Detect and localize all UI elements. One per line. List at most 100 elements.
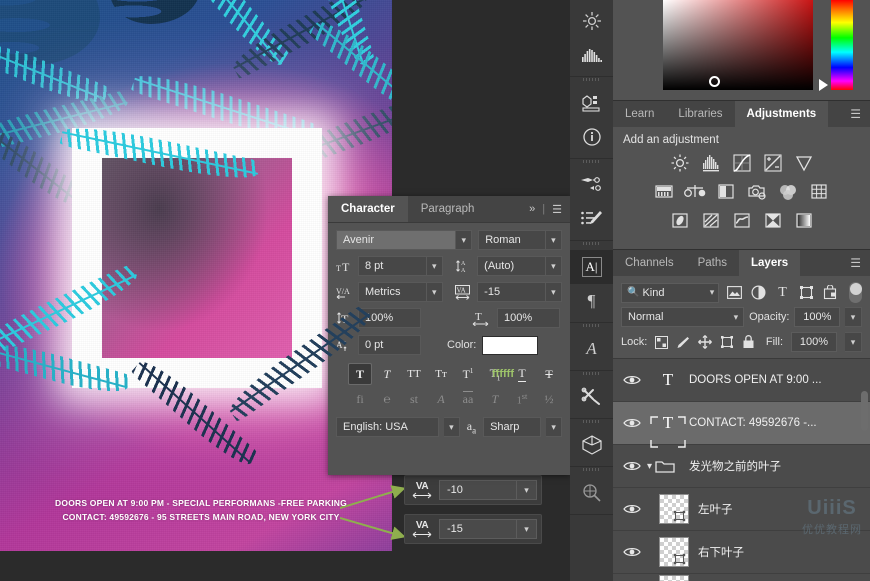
lock-transparent-pixels-icon[interactable]	[655, 336, 668, 349]
type-layers-icon[interactable]: T	[773, 283, 791, 303]
vibrance-icon[interactable]	[793, 152, 815, 174]
layer-thumbnail-text-selected[interactable]: T	[647, 413, 689, 433]
gradient-map-icon[interactable]	[793, 210, 815, 232]
hue-slider[interactable]	[831, 0, 853, 90]
layer-thumbnail-text[interactable]: T	[647, 370, 689, 390]
titling-alternates-button[interactable]: T	[483, 389, 507, 409]
table-row[interactable]: 右下叶子	[613, 531, 870, 574]
photo-filter-icon[interactable]	[746, 181, 768, 203]
panel-icon-rail[interactable]: A| ¶ A	[570, 0, 613, 581]
layer-thumbnail[interactable]	[659, 537, 689, 567]
canvas-workspace[interactable]: DOORS OPEN AT 9:00 PM - SPECIAL PERFORMA…	[0, 0, 570, 581]
layer-name[interactable]: CONTACT: 49592676 -...	[689, 417, 817, 429]
table-row[interactable]: 左叶子	[613, 488, 870, 531]
paragraph-panel-icon[interactable]: ¶	[570, 284, 613, 318]
layer-visibility-toggle[interactable]	[617, 503, 647, 515]
chevron-down-icon[interactable]: ▾	[647, 461, 652, 472]
color-field-cursor[interactable]	[709, 76, 720, 87]
levels-icon[interactable]	[700, 152, 722, 174]
lock-image-pixels-icon[interactable]	[676, 336, 690, 349]
character-panel-icon[interactable]: A|	[570, 250, 613, 284]
tab-paragraph[interactable]: Paragraph	[408, 196, 488, 222]
tab-paths[interactable]: Paths	[686, 250, 739, 276]
layer-visibility-toggle[interactable]	[617, 417, 647, 429]
color-picker[interactable]	[613, 0, 870, 100]
blend-mode-select[interactable]: Normal ▾	[621, 307, 744, 327]
poster-caption-text[interactable]: DOORS OPEN AT 9:00 PM - SPECIAL PERFORMA…	[46, 496, 356, 524]
tracking-value-field-1[interactable]: -10	[439, 480, 517, 500]
channel-mixer-icon[interactable]	[777, 181, 799, 203]
tab-libraries[interactable]: Libraries	[666, 101, 734, 127]
tracking-dropdown-1[interactable]: ▾	[517, 480, 537, 500]
font-family-dropdown[interactable]: ▾	[456, 230, 472, 250]
brush-presets-icon[interactable]	[570, 202, 613, 236]
panel-menu-icon[interactable]: ☰	[552, 203, 562, 216]
faux-italic-button[interactable]: T	[375, 363, 399, 385]
smart-object-icon[interactable]	[822, 283, 840, 303]
tracking-value-field-2[interactable]: -15	[439, 519, 517, 539]
tab-channels[interactable]: Channels	[613, 250, 686, 276]
info-icon[interactable]	[570, 120, 613, 154]
fractions-button[interactable]: ½	[537, 389, 561, 409]
fill-value[interactable]: 100%	[791, 332, 837, 352]
color-field[interactable]	[663, 0, 813, 90]
ordinals-button[interactable]: 1st	[510, 389, 534, 409]
invert-icon[interactable]	[669, 210, 691, 232]
lock-position-icon[interactable]	[698, 335, 712, 349]
measurement-log-icon[interactable]	[570, 86, 613, 120]
swash-button[interactable]: A	[429, 389, 453, 409]
kerning-input[interactable]: Metrics	[358, 282, 427, 302]
tracking-dropdown[interactable]: ▾	[546, 282, 562, 302]
language-dropdown[interactable]: ▾	[444, 417, 460, 437]
language-input[interactable]: English: USA	[336, 417, 439, 437]
layer-visibility-toggle[interactable]	[617, 546, 647, 558]
tab-layers[interactable]: Layers	[739, 250, 800, 276]
panel-menu-icon[interactable]: ☰	[841, 101, 870, 127]
strikethrough-button[interactable]: T	[537, 363, 561, 385]
3d-panel-icon[interactable]	[570, 428, 613, 462]
exposure-icon[interactable]	[762, 152, 784, 174]
black-white-icon[interactable]	[715, 181, 737, 203]
glyphs-panel-icon[interactable]: A	[570, 332, 613, 366]
baseline-shift-input[interactable]: 0 pt	[358, 335, 421, 355]
adjustment-layers-icon[interactable]	[749, 283, 767, 303]
kerning-dropdown[interactable]: ▾	[427, 282, 443, 302]
hue-slider-marker[interactable]	[819, 79, 828, 91]
layers-list[interactable]: T DOORS OPEN AT 9:00 ... T CONTACT: 4959…	[613, 358, 870, 581]
character-panel[interactable]: Character Paragraph » | ☰ Avenir ▾ Roman…	[328, 196, 570, 475]
superscript-button[interactable]: T1	[456, 363, 480, 385]
font-size-input[interactable]: 8 pt	[358, 256, 427, 276]
font-size-dropdown[interactable]: ▾	[427, 256, 443, 276]
leading-dropdown[interactable]: ▾	[546, 256, 562, 276]
tab-adjustments[interactable]: Adjustments	[735, 101, 829, 127]
standard-ligatures-button[interactable]: fi	[348, 389, 372, 409]
tracking-input[interactable]: -15	[477, 282, 546, 302]
lock-artboard-nesting-icon[interactable]	[720, 335, 734, 349]
chevron-double-right-icon[interactable]: »	[529, 203, 535, 215]
chevron-down-icon[interactable]: ▾	[710, 287, 715, 298]
all-caps-button[interactable]: TT	[402, 363, 426, 385]
tracking-widget-2[interactable]: VA -15 ▾	[404, 514, 542, 544]
horizontal-scale-input[interactable]: 100%	[497, 308, 560, 328]
threshold-icon[interactable]	[731, 210, 753, 232]
layers-scrollbar-thumb[interactable]	[861, 391, 868, 431]
layer-visibility-toggle[interactable]	[617, 460, 647, 472]
curves-icon[interactable]	[731, 152, 753, 174]
layer-filter-kind[interactable]: 🔍 Kind ▾	[621, 283, 719, 303]
leading-input[interactable]: (Auto)	[477, 256, 546, 276]
color-lookup-icon[interactable]	[808, 181, 830, 203]
layer-name[interactable]: 右下叶子	[698, 544, 744, 560]
faux-bold-button[interactable]: T	[348, 363, 372, 385]
font-style-input[interactable]: Roman	[478, 230, 545, 250]
opacity-dropdown[interactable]: ▾	[845, 307, 862, 327]
shape-layers-icon[interactable]	[798, 283, 816, 303]
histogram-icon[interactable]	[570, 38, 613, 72]
3d-light-icon[interactable]	[570, 4, 613, 38]
layer-visibility-toggle[interactable]	[617, 374, 647, 386]
layer-thumbnail[interactable]	[659, 575, 689, 581]
layer-name[interactable]: DOORS OPEN AT 9:00 ...	[689, 374, 822, 386]
posterize-icon[interactable]	[700, 210, 722, 232]
pixel-layers-icon[interactable]	[725, 283, 743, 303]
layer-name[interactable]: 左叶子	[698, 501, 733, 517]
contextual-alternates-button[interactable]: ℮	[375, 389, 399, 409]
